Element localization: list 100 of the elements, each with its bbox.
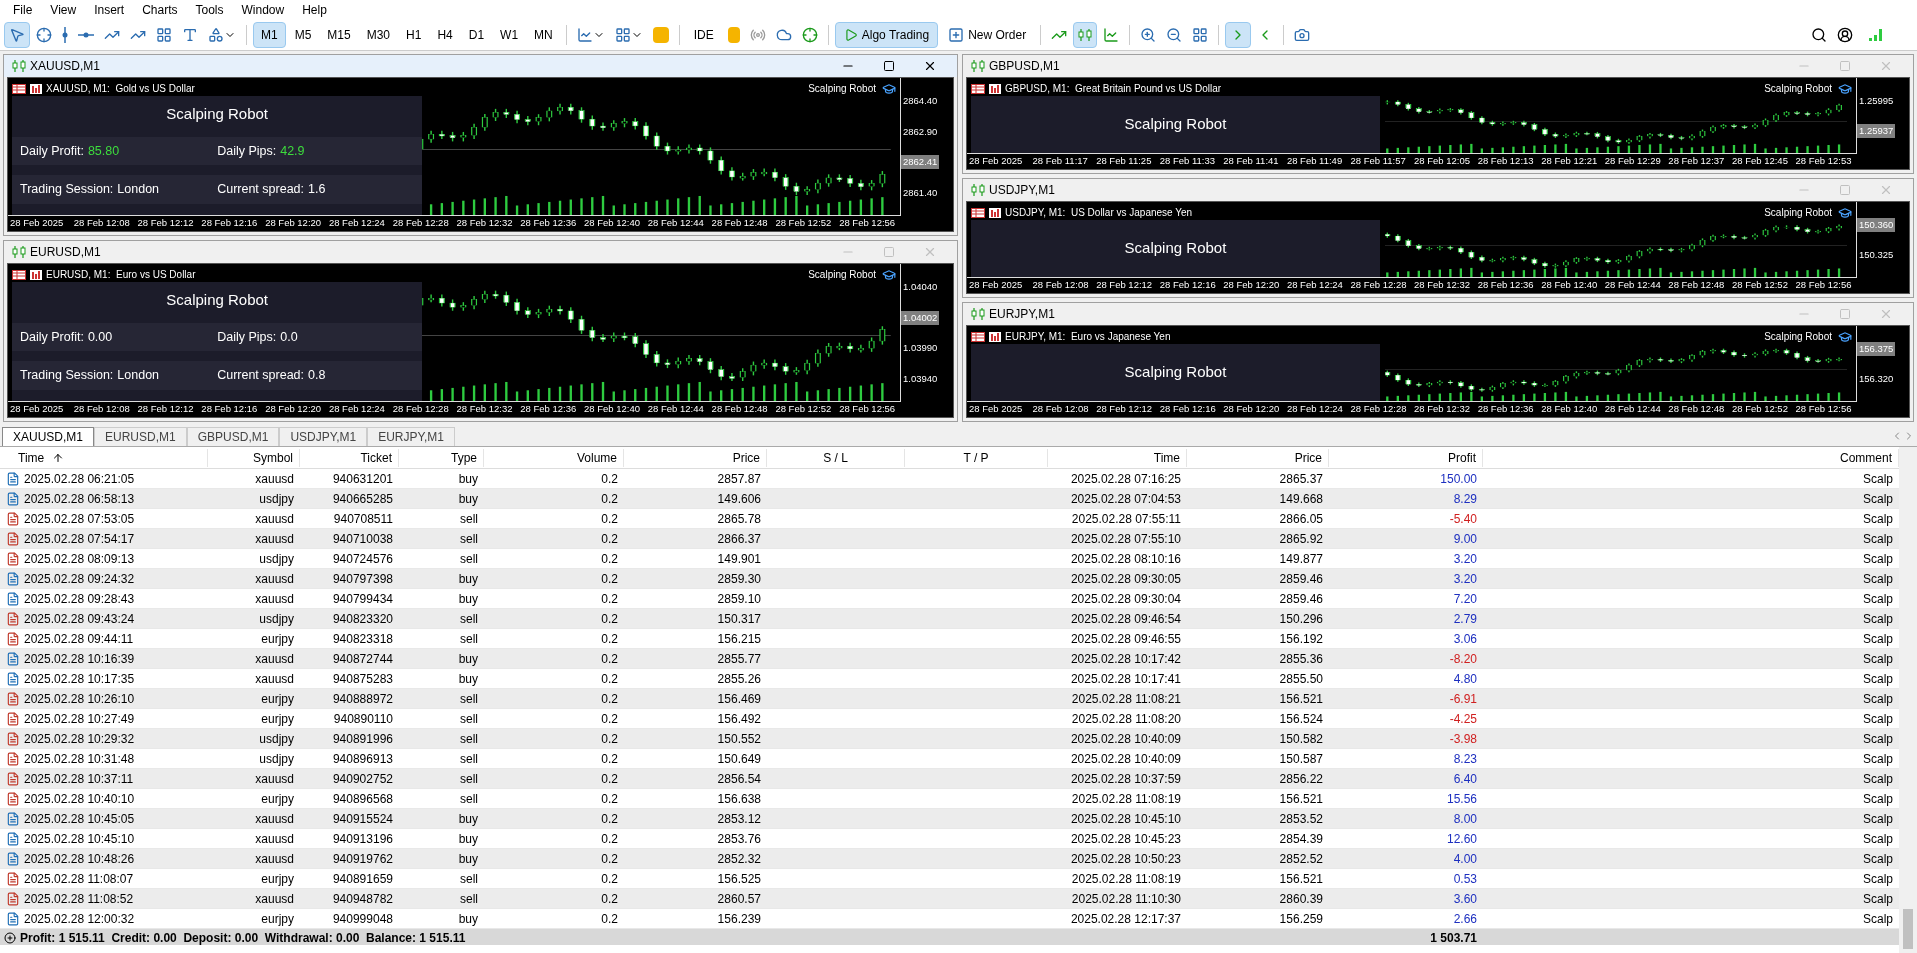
time-label: 28 Feb 12:13 (1476, 154, 1535, 169)
time-label: 28 Feb 12:16 (1158, 402, 1217, 417)
trade-row[interactable]: 2025.02.28 10:48:26 xauusd 940919762 buy 0.2 2852.32 2025.02.28 10:50:23 2852.52 4.00 Scalp (0, 849, 1899, 869)
time-label: 28 Feb 12:44 (646, 216, 705, 231)
autoscroll-button[interactable] (1225, 22, 1252, 48)
chart-tab[interactable]: EURUSD,M1 (94, 427, 187, 446)
scrollbar[interactable] (1899, 447, 1917, 953)
column-header[interactable]: Price (1294, 448, 1322, 467)
trade-row[interactable]: 2025.02.28 10:26:10 eurjpy 940888972 sell 0.2 156.469 2025.02.28 11:08:21 156.521 -6.91 Scalp (0, 689, 1899, 709)
trade-row[interactable]: 2025.02.28 10:29:32 usdjpy 940891996 sell 0.2 150.552 2025.02.28 10:40:09 150.582 -3.98 Scalp (0, 729, 1899, 749)
column-header[interactable]: Time (1153, 448, 1180, 467)
timeframe-button[interactable]: M15 (320, 22, 358, 48)
column-header[interactable]: Symbol (253, 448, 293, 467)
menu-item[interactable]: Charts (133, 1, 187, 19)
table-cell-text: 2856.54 (717, 770, 761, 788)
column-header[interactable]: Volume (576, 448, 617, 467)
trade-row[interactable]: 2025.02.28 10:37:11 xauusd 940902752 sell 0.2 2856.54 2025.02.28 10:37:59 2856.22 6.40 Scalp (0, 769, 1899, 789)
table-cell-text: 156.469 (717, 690, 761, 708)
column-header[interactable]: T / P (963, 448, 989, 467)
algo-trading-button[interactable]: Algo Trading (834, 22, 939, 48)
chart-tab[interactable]: GBPUSD,M1 (186, 427, 280, 446)
trade-row[interactable]: 2025.02.28 10:16:39 xauusd 940872744 buy 0.2 2855.77 2025.02.28 10:17:42 2855.36 -8.20 Scalp (0, 649, 1899, 669)
timeframe-button[interactable]: H4 (430, 22, 460, 48)
trade-row[interactable]: 2025.02.28 10:45:10 xauusd 940913196 buy 0.2 2853.76 2025.02.28 10:45:23 2854.39 12.60 Scalp (0, 829, 1899, 849)
menu-item[interactable]: View (41, 1, 86, 19)
target-icon (801, 27, 818, 43)
table-cell-text: usdjpy (259, 730, 294, 748)
column-header[interactable]: Price (732, 448, 760, 467)
trade-row[interactable]: 2025.02.28 10:31:48 usdjpy 940896913 sell 0.2 150.649 2025.02.28 10:40:09 150.587 8.23 Scalp (0, 749, 1899, 769)
trade-row[interactable]: 2025.02.28 09:24:32 xauusd 940797398 buy 0.2 2859.30 2025.02.28 09:30:05 2859.46 3.20 Scalp (0, 569, 1899, 589)
column-header[interactable]: Time (18, 448, 45, 467)
timeframe-button[interactable]: W1 (493, 22, 526, 48)
symbol-description: EURUSD, M1: Euro vs US Dollar (46, 268, 196, 282)
trade-row[interactable]: 2025.02.28 08:09:13 usdjpy 940724576 sell 0.2 149.901 2025.02.28 08:10:16 149.877 3.20 Scalp (0, 549, 1899, 569)
menu-item[interactable]: Help (293, 1, 336, 19)
chart-tab[interactable]: EURJPY,M1 (367, 427, 455, 446)
table-cell-text: Scalp (1862, 810, 1893, 828)
candlestick-icon (12, 59, 26, 73)
column-header[interactable]: Ticket (360, 448, 392, 467)
table-cell-text: 940891996 (332, 730, 393, 748)
column-header[interactable]: Profit (1448, 448, 1476, 467)
trade-row[interactable]: 2025.02.28 12:00:32 eurjpy 940999048 buy 0.2 156.239 2025.02.28 12:17:37 156.259 2.66 Scalp (0, 909, 1899, 929)
chart-tab[interactable]: XAUUSD,M1 (2, 427, 94, 446)
menu-item[interactable]: File (4, 1, 42, 19)
timeframe-button[interactable]: H1 (399, 22, 429, 48)
table-cell-text: xauusd (255, 810, 294, 828)
column-header[interactable]: Comment (1840, 448, 1892, 467)
time-label: 28 Feb 12:52 (1730, 278, 1789, 293)
new-order-icon (948, 27, 965, 43)
expand-icon[interactable] (4, 932, 16, 944)
time-label: 28 Feb 12:12 (1095, 278, 1154, 293)
timeframe-button[interactable]: D1 (461, 22, 492, 48)
table-cell-text: xauusd (255, 470, 294, 488)
trade-row[interactable]: 2025.02.28 10:40:10 eurjpy 940896568 sell 0.2 156.638 2025.02.28 11:08:19 156.521 15.56 Scalp (0, 789, 1899, 809)
table-cell-text: 8.23 (1453, 750, 1477, 768)
volume-bar (849, 200, 852, 215)
column-header[interactable]: S / L (823, 448, 848, 467)
trade-row[interactable]: 2025.02.28 09:44:11 eurjpy 940823318 sell 0.2 156.215 2025.02.28 09:46:55 156.192 3.06 Scalp (0, 629, 1899, 649)
trade-row[interactable]: 2025.02.28 06:58:13 usdjpy 940665285 buy 0.2 149.606 2025.02.28 07:04:53 149.668 8.29 Scalp (0, 489, 1899, 509)
table-cell-text: 2853.76 (717, 830, 761, 848)
panel-title: Scalping Robot (1123, 238, 1228, 259)
trade-row[interactable]: 2025.02.28 07:53:05 xauusd 940708511 sell 0.2 2865.78 2025.02.28 07:55:11 2866.05 -5.40 Scalp (0, 509, 1899, 529)
trade-row[interactable]: 2025.02.28 09:43:24 usdjpy 940823320 sell 0.2 150.317 2025.02.28 09:46:54 150.296 2.79 Scalp (0, 609, 1899, 629)
table-cell-text: Scalp (1862, 490, 1893, 508)
menu-item[interactable]: Tools (186, 1, 233, 19)
candle-chart-tool[interactable] (1073, 22, 1098, 48)
trade-row[interactable]: 2025.02.28 10:45:05 xauusd 940915524 buy 0.2 2853.12 2025.02.28 10:45:10 2853.52 8.00 Scalp (0, 809, 1899, 829)
time-label: 28 Feb 12:29 (1603, 154, 1662, 169)
trade-row[interactable]: 2025.02.28 06:21:05 xauusd 940631201 buy 0.2 2857.87 2025.02.28 07:16:25 2865.37 150.00 Scalp (0, 469, 1899, 489)
time-label: 28 Feb 12:32 (1413, 278, 1472, 293)
chart-tab[interactable]: USDJPY,M1 (279, 427, 368, 446)
trade-row[interactable]: 2025.02.28 11:08:52 xauusd 940948782 sell 0.2 2860.57 2025.02.28 11:10:30 2860.39 3.60 Scalp (0, 889, 1899, 909)
trade-row[interactable]: 2025.02.28 10:17:35 xauusd 940875283 buy 0.2 2855.26 2025.02.28 10:17:41 2855.50 4.80 Scalp (0, 669, 1899, 689)
table-cell-text: 0.2 (601, 870, 618, 888)
maximize-icon[interactable] (883, 60, 895, 72)
table-cell-text: sell (460, 510, 478, 528)
line-chart-icon (576, 27, 593, 43)
table-cell-text: Scalp (1862, 650, 1893, 668)
table-cell-text: 940875283 (332, 670, 393, 688)
trade-row[interactable]: 2025.02.28 11:08:07 eurjpy 940891659 sell 0.2 156.525 2025.02.28 11:08:19 156.521 0.53 Scalp (0, 869, 1899, 889)
trade-row[interactable]: 2025.02.28 07:54:17 xauusd 940710038 sell 0.2 2866.37 2025.02.28 07:55:10 2865.92 9.00 Scalp (0, 529, 1899, 549)
timeframe-button[interactable]: MN (527, 22, 560, 48)
trade-row[interactable]: 2025.02.28 10:27:49 eurjpy 940890110 sell 0.2 156.492 2025.02.28 11:08:20 156.524 -4.25 Scalp (0, 709, 1899, 729)
pointer-tool[interactable] (4, 22, 30, 48)
trade-row[interactable]: 2025.02.28 09:28:43 xauusd 940799434 buy 0.2 2859.10 2025.02.28 09:30:04 2859.46 7.20 Scalp (0, 589, 1899, 609)
timeframe-button[interactable]: M1 (253, 22, 286, 48)
stat-label: Current spread: (217, 367, 304, 385)
new-order-button[interactable]: New Order (940, 22, 1035, 48)
timeframe-button[interactable]: M5 (287, 22, 319, 48)
column-header[interactable]: Type (451, 448, 477, 467)
table-cell-text: 2025.02.28 07:55:11 (1071, 510, 1181, 528)
close-icon[interactable] (923, 59, 937, 73)
menu-item[interactable]: Insert (85, 1, 134, 19)
table-cell-text: 2025.02.28 10:45:23 (1070, 830, 1181, 848)
menu-item[interactable]: Window (232, 1, 294, 19)
table-cell-text: 2025.02.28 07:04:53 (1070, 490, 1181, 508)
table-cell-text: Scalp (1862, 830, 1893, 848)
volume-bar (849, 386, 852, 401)
ide-button[interactable]: IDE (685, 22, 722, 48)
timeframe-button[interactable]: M30 (359, 22, 398, 48)
